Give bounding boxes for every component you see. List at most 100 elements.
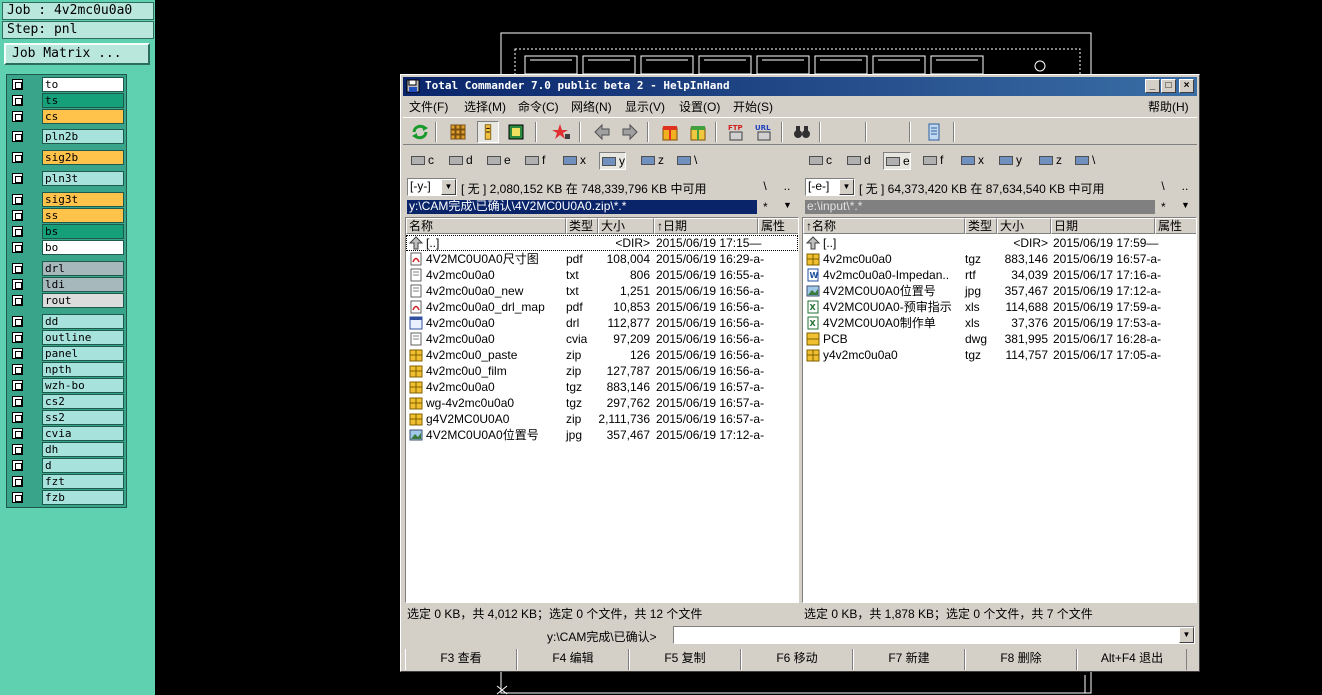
layer-row[interactable]: drl: [9, 261, 126, 276]
left-drive-c[interactable]: c: [409, 152, 434, 170]
pack-files-icon[interactable]: [659, 121, 681, 143]
layer-row[interactable]: ldi: [9, 277, 126, 292]
layer-row[interactable]: fzb: [9, 490, 126, 505]
left-history-chevron-icon[interactable]: ▼: [783, 200, 792, 210]
layer-checkbox[interactable]: [12, 79, 23, 90]
left-path[interactable]: y:\CAM完成\已确认\4V2MC0U0A0.zip\*.*: [407, 200, 757, 214]
fkey-button-4[interactable]: F4 编辑: [517, 649, 629, 670]
chevron-down-icon[interactable]: ▼: [1179, 627, 1194, 643]
layer-row[interactable]: wzh-bo: [9, 378, 126, 393]
left-file-row[interactable]: 4v2mc0u0a0 drl 112,877 2015/06/19 16:56-a-: [406, 315, 798, 331]
thumbnail-view-icon[interactable]: [505, 121, 527, 143]
left-file-row[interactable]: [..] <DIR> 2015/06/19 17:15—: [406, 235, 798, 251]
layer-checkbox[interactable]: [12, 396, 23, 407]
layer-name[interactable]: wzh-bo: [42, 378, 124, 393]
layer-name[interactable]: ss2: [42, 410, 124, 425]
layer-row[interactable]: to: [9, 77, 126, 92]
layer-checkbox[interactable]: [12, 279, 23, 290]
layer-checkbox[interactable]: [12, 444, 23, 455]
left-file-row[interactable]: wg-4v2mc0u0a0 tgz 297,762 2015/06/19 16:57-…: [406, 395, 798, 411]
layer-row[interactable]: fzt: [9, 474, 126, 489]
layer-row[interactable]: bo: [9, 240, 126, 255]
url-connect-icon[interactable]: URL: [753, 121, 775, 143]
star-select-icon[interactable]: [551, 121, 573, 143]
layer-checkbox[interactable]: [12, 131, 23, 142]
left-file-row[interactable]: 4v2mc0u0a0 tgz 883,146 2015/06/19 16:57-a-: [406, 379, 798, 395]
left-file-row[interactable]: 4v2mc0u0a0_new txt 1,251 2015/06/19 16:56-a…: [406, 283, 798, 299]
right-drive-combo[interactable]: [-e-] ▼: [805, 178, 855, 196]
right-col-size[interactable]: 大小: [997, 218, 1051, 234]
left-root-button[interactable]: \: [755, 178, 775, 196]
layer-row[interactable]: d: [9, 458, 126, 473]
menu-command[interactable]: 命令(C): [518, 98, 559, 115]
minimize-button[interactable]: _: [1145, 79, 1160, 93]
layer-name[interactable]: dd: [42, 314, 124, 329]
fkey-button-8[interactable]: F8 删除: [965, 649, 1077, 670]
layer-row[interactable]: rout: [9, 293, 126, 308]
layer-name[interactable]: fzb: [42, 490, 124, 505]
layer-name[interactable]: rout: [42, 293, 124, 308]
left-file-row[interactable]: 4v2mc0u0a0_drl_map pdf 10,853 2015/06/19 16…: [406, 299, 798, 315]
forward-arrow-icon[interactable]: [619, 121, 641, 143]
maximize-button[interactable]: □: [1161, 79, 1176, 93]
layer-checkbox[interactable]: [12, 242, 23, 253]
right-col-name[interactable]: ↑名称: [803, 218, 965, 234]
right-file-row[interactable]: X 4V2MC0U0A0制作单 xls 37,376 2015/06/19 17:53-…: [803, 315, 1196, 331]
layer-name[interactable]: ts: [42, 93, 124, 108]
layer-name[interactable]: bs: [42, 224, 124, 239]
layer-checkbox[interactable]: [12, 111, 23, 122]
layer-checkbox[interactable]: [12, 173, 23, 184]
fkey-button-6[interactable]: F6 移动: [741, 649, 853, 670]
layer-row[interactable]: cs: [9, 109, 126, 124]
right-col-ext[interactable]: 类型: [965, 218, 997, 234]
left-file-row[interactable]: 4V2MC0U0A0尺寸图 pdf 108,004 2015/06/19 16:29-…: [406, 251, 798, 267]
layer-row[interactable]: ss: [9, 208, 126, 223]
left-col-name[interactable]: 名称: [406, 218, 566, 234]
right-file-row[interactable]: W 4v2mc0u0a0-Impedan.. rtf 34,039 2015/06/17…: [803, 267, 1196, 283]
close-button[interactable]: ×: [1179, 79, 1194, 93]
layer-checkbox[interactable]: [12, 152, 23, 163]
fkey-button-7[interactable]: F7 新建: [853, 649, 965, 670]
left-file-row[interactable]: 4v2mc0u0_paste zip 126 2015/06/19 16:56-a-: [406, 347, 798, 363]
right-col-attr[interactable]: 属性: [1155, 218, 1196, 234]
layer-checkbox[interactable]: [12, 476, 23, 487]
menu-network[interactable]: 网络(N): [571, 98, 612, 115]
left-drive-x[interactable]: x: [561, 152, 586, 170]
layer-checkbox[interactable]: [12, 492, 23, 503]
menu-settings[interactable]: 设置(O): [679, 98, 720, 115]
layer-checkbox[interactable]: [12, 210, 23, 221]
layer-checkbox[interactable]: [12, 460, 23, 471]
layer-name[interactable]: dh: [42, 442, 124, 457]
title-bar[interactable]: Total Commander 7.0 public beta 2 - Help…: [403, 77, 1197, 96]
layer-checkbox[interactable]: [12, 380, 23, 391]
left-up-button[interactable]: ..: [777, 178, 797, 196]
layer-name[interactable]: sig3t: [42, 192, 124, 207]
layer-row[interactable]: sig3t: [9, 192, 126, 207]
layer-row[interactable]: pln3t: [9, 171, 126, 186]
right-up-button[interactable]: ..: [1175, 178, 1195, 196]
layer-checkbox[interactable]: [12, 348, 23, 359]
left-col-size[interactable]: 大小: [598, 218, 654, 234]
left-drive-z[interactable]: z: [639, 152, 664, 170]
left-file-row[interactable]: 4v2mc0u0a0 cvia 97,209 2015/06/19 16:56-a-: [406, 331, 798, 347]
layer-name[interactable]: fzt: [42, 474, 124, 489]
menu-file[interactable]: 文件(F): [409, 98, 448, 115]
left-col-date[interactable]: ↑日期: [654, 218, 758, 234]
layer-row[interactable]: panel: [9, 346, 126, 361]
left-drive-e[interactable]: e: [485, 152, 511, 170]
layer-row[interactable]: npth: [9, 362, 126, 377]
fkey-button-3[interactable]: F3 查看: [405, 649, 517, 670]
left-col-attr[interactable]: 属性: [758, 218, 798, 234]
left-file-row[interactable]: 4v2mc0u0_film zip 127,787 2015/06/19 16:56-…: [406, 363, 798, 379]
layer-row[interactable]: ts: [9, 93, 126, 108]
right-drive-z[interactable]: z: [1037, 152, 1062, 170]
layer-checkbox[interactable]: [12, 332, 23, 343]
left-drive-d[interactable]: d: [447, 152, 473, 170]
layer-name[interactable]: bo: [42, 240, 124, 255]
back-arrow-icon[interactable]: [591, 121, 613, 143]
left-drive-f[interactable]: f: [523, 152, 545, 170]
layer-row[interactable]: cs2: [9, 394, 126, 409]
left-file-row[interactable]: 4V2MC0U0A0位置号 jpg 357,467 2015/06/19 17:12-…: [406, 427, 798, 443]
chevron-down-icon[interactable]: ▼: [839, 179, 854, 195]
left-file-panel[interactable]: 名称 类型 大小 ↑日期 属性 [..] <DIR> 2015/06/19 17:1…: [405, 217, 799, 603]
